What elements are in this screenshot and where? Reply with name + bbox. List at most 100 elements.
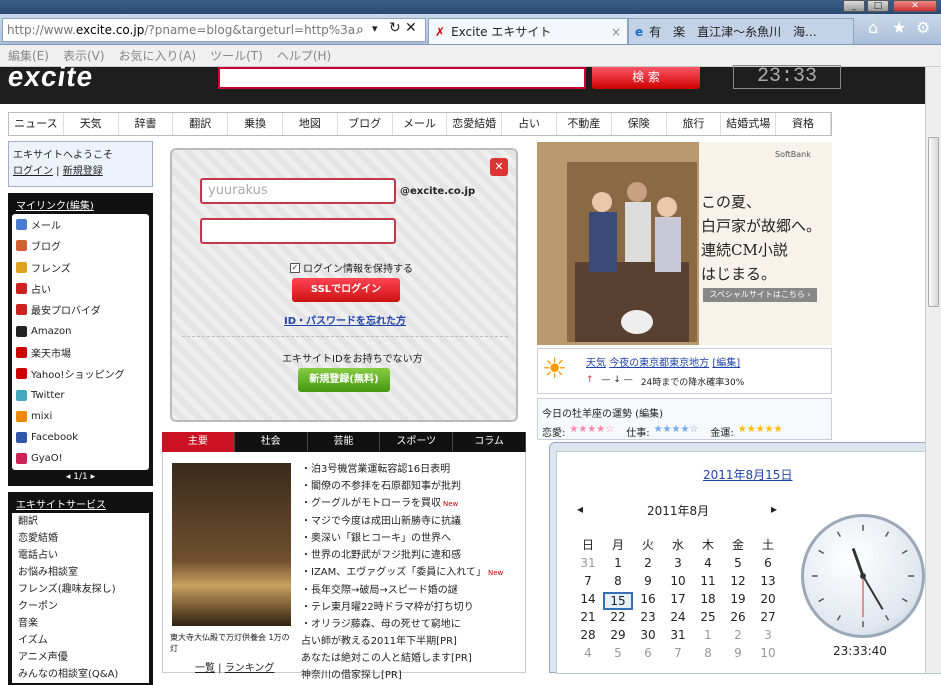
calendar-day[interactable]: 2: [633, 556, 663, 574]
calendar-day[interactable]: 18: [693, 592, 723, 610]
menu-help[interactable]: ヘルプ(H): [277, 47, 331, 64]
password-input[interactable]: [200, 218, 396, 244]
news-item[interactable]: ・IZAM、エヴァグッズ「委員に入れて」 New: [301, 564, 531, 582]
service-item[interactable]: お悩み相談室: [18, 564, 149, 581]
nav-weather[interactable]: 天気: [64, 113, 119, 135]
nav-mail[interactable]: メール: [393, 113, 448, 135]
forgot-password-link[interactable]: ID・パスワードを忘れた方: [284, 312, 406, 327]
favorites-star-icon[interactable]: ★: [892, 18, 906, 37]
tab-blog[interactable]: e 有 楽 直江津〜糸魚川 海...: [628, 18, 854, 44]
tab-close-icon[interactable]: ×: [611, 25, 621, 39]
calendar-day[interactable]: 9: [633, 574, 663, 592]
calendar-day[interactable]: 6: [633, 646, 663, 664]
mylink-item[interactable]: Twitter: [12, 384, 149, 405]
nav-dictionary[interactable]: 辞書: [119, 113, 174, 135]
nav-travel[interactable]: 旅行: [667, 113, 722, 135]
stop-icon[interactable]: ✕: [405, 20, 417, 36]
close-icon[interactable]: ✕: [490, 158, 508, 176]
news-ranking-link[interactable]: ランキング: [225, 663, 275, 674]
calendar-day[interactable]: 19: [723, 592, 753, 610]
calendar-day[interactable]: 4: [693, 556, 723, 574]
tab-column[interactable]: コラム: [453, 432, 526, 452]
tab-main[interactable]: 主要: [162, 432, 235, 452]
calendar-day[interactable]: 5: [723, 556, 753, 574]
service-item[interactable]: 電話占い: [18, 547, 149, 564]
login-link[interactable]: ログイン: [13, 166, 53, 177]
mylinks-pager[interactable]: ◂ 1/1 ▸: [10, 470, 151, 484]
calendar-day[interactable]: 17: [663, 592, 693, 610]
weather-place-link[interactable]: 今夜の東京都東京地方: [609, 358, 709, 369]
mylink-item[interactable]: 占い: [12, 278, 149, 299]
register-link[interactable]: 新規登録: [63, 166, 103, 177]
mylink-item[interactable]: GyaO!: [12, 448, 149, 469]
calendar-day[interactable]: 13: [753, 574, 783, 592]
search-icon[interactable]: ⌕: [356, 22, 364, 38]
ad-special-link[interactable]: スペシャルサイトはこちら ›: [703, 288, 817, 302]
keep-login-checkbox[interactable]: ✓: [290, 262, 300, 273]
minimize-button[interactable]: _: [843, 0, 865, 12]
mylink-item[interactable]: メール: [12, 214, 149, 235]
nav-transfer[interactable]: 乗換: [228, 113, 283, 135]
header-search-input[interactable]: [218, 67, 586, 89]
menu-favorites[interactable]: お気に入り(A): [119, 47, 197, 64]
calendar-day[interactable]: 3: [753, 628, 783, 646]
calendar-day[interactable]: 1: [693, 628, 723, 646]
services-title[interactable]: エキサイトサービス: [10, 493, 151, 513]
nav-insurance[interactable]: 保険: [612, 113, 667, 135]
mylink-item[interactable]: Amazon: [12, 320, 149, 341]
calendar-day[interactable]: 31: [663, 628, 693, 646]
refresh-icon[interactable]: ↻: [389, 20, 401, 36]
service-item[interactable]: アニメ声優: [18, 649, 149, 666]
service-item[interactable]: イズム: [18, 632, 149, 649]
mylink-item[interactable]: Yahoo!ショッピング: [12, 363, 149, 384]
news-list-link[interactable]: 一覧: [195, 663, 215, 674]
username-input[interactable]: yuurakus: [200, 178, 396, 204]
nav-blog[interactable]: ブログ: [338, 113, 393, 135]
calendar-day[interactable]: 8: [693, 646, 723, 664]
calendar-day[interactable]: 12: [723, 574, 753, 592]
next-month-icon[interactable]: ▸: [771, 502, 777, 516]
calendar-day[interactable]: 22: [603, 610, 633, 628]
mylink-item[interactable]: ブログ: [12, 235, 149, 256]
nav-map[interactable]: 地図: [283, 113, 338, 135]
calendar-day[interactable]: 7: [663, 646, 693, 664]
nav-qualification[interactable]: 資格: [776, 113, 831, 135]
calendar-day[interactable]: 20: [753, 592, 783, 610]
calendar-day[interactable]: 16: [633, 592, 663, 610]
calendar-day[interactable]: 24: [663, 610, 693, 628]
weather-link[interactable]: 天気: [586, 358, 606, 369]
register-button[interactable]: 新規登録(無料): [298, 368, 390, 392]
calendar-day[interactable]: 31: [573, 556, 603, 574]
calendar-day[interactable]: 29: [603, 628, 633, 646]
calendar-day[interactable]: 10: [663, 574, 693, 592]
ssl-login-button[interactable]: SSLでログイン: [292, 278, 400, 302]
calendar-day[interactable]: 30: [633, 628, 663, 646]
service-item[interactable]: 音楽: [18, 615, 149, 632]
service-item[interactable]: フレンズ(趣味友探し): [18, 581, 149, 598]
news-item[interactable]: ・泊3号機営業運転容認16日表明: [301, 461, 531, 478]
scrollbar-thumb[interactable]: [928, 137, 939, 307]
nav-fortune[interactable]: 占い: [502, 113, 557, 135]
softbank-ad[interactable]: SoftBank この夏、 白戸家が故郷へ。 連続CM小説 はじまる。 スペシャ…: [537, 142, 832, 345]
mylink-item[interactable]: mixi: [12, 406, 149, 427]
calendar-day[interactable]: 14: [573, 592, 603, 610]
tab-entertainment[interactable]: 芸能: [308, 432, 381, 452]
mylink-item[interactable]: フレンズ: [12, 257, 149, 278]
calendar-day[interactable]: 10: [753, 646, 783, 664]
news-item[interactable]: ・マジで今度は成田山新勝寺に抗議: [301, 513, 531, 530]
news-item[interactable]: ・長年交際→破局→スピード婚の謎: [301, 582, 531, 599]
nav-news[interactable]: ニュース: [9, 113, 64, 135]
calendar-day[interactable]: 8: [603, 574, 633, 592]
news-item[interactable]: ・グーグルがモトローラを買収 New: [301, 495, 531, 513]
calendar-day[interactable]: 25: [693, 610, 723, 628]
weather-edit-link[interactable]: [編集]: [712, 358, 740, 369]
prev-month-icon[interactable]: ◂: [577, 502, 583, 516]
news-item[interactable]: ・奥深い「銀ヒコーキ」の世界へ: [301, 530, 531, 547]
nav-translate[interactable]: 翻訳: [173, 113, 229, 135]
news-item[interactable]: 占い師が教える2011年下半期[PR]: [301, 633, 531, 650]
dropdown-icon[interactable]: ▾: [372, 22, 378, 35]
news-photo[interactable]: [172, 463, 291, 626]
service-item[interactable]: 翻訳: [18, 513, 149, 530]
calendar-day[interactable]: 4: [573, 646, 603, 664]
calendar-day[interactable]: 21: [573, 610, 603, 628]
